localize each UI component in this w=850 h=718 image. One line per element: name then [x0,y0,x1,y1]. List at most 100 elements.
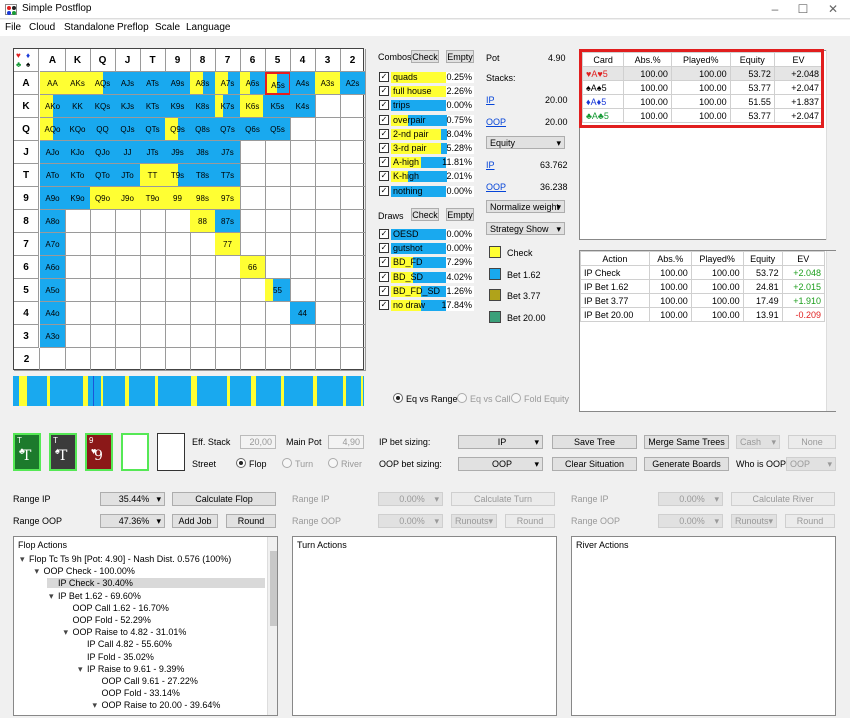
draws-checkbox[interactable]: ✓ [379,271,389,282]
grid-empty-cell[interactable] [290,118,316,141]
grid-empty-cell[interactable] [340,325,366,348]
hand-cell[interactable]: A7o [40,233,66,256]
menu-scale[interactable]: Scale [155,22,180,33]
grid-empty-cell[interactable] [65,302,91,325]
grid-empty-cell[interactable] [215,302,241,325]
grid-empty-cell[interactable] [165,325,191,348]
table-row[interactable]: IP Bet 3.77 100.00 100.00 17.49 +1.910 [580,293,826,308]
street-turn-radio[interactable] [282,458,292,468]
combos-empty-button[interactable]: Empty [446,50,474,63]
tree-node[interactable]: ▾ Flop Tc Ts 9h [Pot: 4.90] - Nash Dist. … [18,554,233,565]
combos-checkbox[interactable]: ✓ [379,114,389,125]
hand-range-grid[interactable]: ♥ ♦ ♣ ♠ A A K K Q Q J J T T 9 9 8 8 7 7 6 6 5 5 4 4 3 3 2 AA AKs AQs AJs… [13,48,366,371]
grid-empty-cell[interactable] [90,279,116,302]
river-range-ip-select[interactable]: 0.00% [658,492,723,506]
normalize-weight-select[interactable]: Normalize weight [486,200,565,213]
grid-empty-cell[interactable] [315,95,341,118]
eff-stack-input[interactable]: 20,00 [240,435,276,449]
grid-empty-cell[interactable] [290,233,316,256]
hand-cell[interactable]: J8s [190,141,216,164]
hand-cell[interactable]: AJs [115,72,141,95]
grid-empty-cell[interactable] [265,164,291,187]
action-table-header[interactable]: Action [580,251,650,266]
grid-empty-cell[interactable] [65,210,91,233]
grid-empty-cell[interactable] [215,279,241,302]
generate-boards-button[interactable]: Generate Boards [644,457,729,471]
grid-empty-cell[interactable] [65,348,91,371]
tree-node[interactable]: ▾ IP Raise to 9.61 - 9.39% [76,664,186,675]
none-button[interactable]: None [788,435,836,449]
river-runouts-select[interactable]: Runouts [731,514,777,528]
hand-cell[interactable]: JTo [115,164,141,187]
hand-cell[interactable]: A7s [215,72,241,95]
calculate-turn-button[interactable]: Calculate Turn [451,492,555,506]
fold-equity-radio[interactable] [511,393,521,403]
grid-empty-cell[interactable] [315,348,341,371]
hand-cell[interactable]: 66 [240,256,266,279]
eq-vs-call-radio[interactable] [457,393,467,403]
hand-cell[interactable]: ATs [140,72,166,95]
grid-empty-cell[interactable] [240,141,266,164]
grid-empty-cell[interactable] [215,348,241,371]
hand-cell[interactable]: AKo [40,95,66,118]
grid-empty-cell[interactable] [290,279,316,302]
grid-empty-cell[interactable] [240,348,266,371]
hand-cell[interactable]: T7s [215,164,241,187]
tree-node[interactable]: ▾ OOP Raise to 4.82 - 31.01% [62,627,189,638]
hand-cell[interactable]: Q8s [190,118,216,141]
combos-checkbox[interactable]: ✓ [379,185,389,196]
hand-cell[interactable]: T9o [140,187,166,210]
grid-empty-cell[interactable] [190,302,216,325]
grid-empty-cell[interactable] [265,302,291,325]
grid-empty-cell[interactable] [290,141,316,164]
hand-cell[interactable]: KJo [65,141,91,164]
grid-empty-cell[interactable] [340,164,366,187]
grid-empty-cell[interactable] [315,279,341,302]
ip-bet-sizing-select[interactable]: IP [458,435,543,449]
grid-empty-cell[interactable] [90,233,116,256]
hand-cell[interactable]: A6o [40,256,66,279]
river-card-slot[interactable] [157,433,185,471]
hand-cell[interactable]: 98s [190,187,216,210]
hand-cell[interactable]: 87s [215,210,241,233]
grid-empty-cell[interactable] [65,325,91,348]
save-tree-button[interactable]: Save Tree [552,435,637,449]
tree-node[interactable]: ▾ OOP Check - 100.00% [33,566,137,577]
grid-empty-cell[interactable] [115,256,141,279]
grid-empty-cell[interactable] [115,348,141,371]
combos-checkbox[interactable]: ✓ [379,128,389,139]
grid-empty-cell[interactable] [90,348,116,371]
strategy-show-select[interactable]: Strategy Show [486,222,565,235]
grid-empty-cell[interactable] [90,256,116,279]
hand-cell[interactable]: K9s [165,95,191,118]
table-row[interactable]: IP Bet 20.00 100.00 100.00 13.91 -0.209 [580,307,826,322]
main-pot-input[interactable]: 4,90 [328,435,364,449]
combos-checkbox[interactable]: ✓ [379,171,389,182]
flop-tree-scroll-thumb[interactable] [270,551,277,626]
combos-checkbox[interactable]: ✓ [379,157,389,168]
action-table-header[interactable]: EV [781,251,826,266]
combos-check-button[interactable]: Check [411,50,439,63]
oop-bet-sizing-select[interactable]: OOP [458,457,543,471]
table-row[interactable]: IP Bet 1.62 100.00 100.00 24.81 +2.015 [580,279,826,294]
turn-runouts-select[interactable]: Runouts [451,514,497,528]
grid-empty-cell[interactable] [290,187,316,210]
hand-cell[interactable]: JJ [115,141,141,164]
grid-empty-cell[interactable] [215,325,241,348]
grid-empty-cell[interactable] [240,164,266,187]
hand-cell[interactable]: QJs [115,118,141,141]
tree-node[interactable]: ▾ IP Bet 1.62 - 69.60% [47,591,143,602]
add-job-button[interactable]: Add Job [172,514,218,528]
turn-card-slot[interactable] [121,433,149,471]
street-flop-radio[interactable] [236,458,246,468]
hand-cell[interactable]: 97s [215,187,241,210]
calculate-river-button[interactable]: Calculate River [731,492,835,506]
hand-cell[interactable]: KJs [115,95,141,118]
turn-round-button[interactable]: Round [505,514,555,528]
grid-empty-cell[interactable] [140,279,166,302]
tree-node[interactable]: IP Fold - 35.02% [76,652,156,662]
calculate-flop-button[interactable]: Calculate Flop [172,492,276,506]
grid-empty-cell[interactable] [315,210,341,233]
expand-toggle-icon[interactable]: ▾ [20,554,29,565]
grid-empty-cell[interactable] [140,210,166,233]
